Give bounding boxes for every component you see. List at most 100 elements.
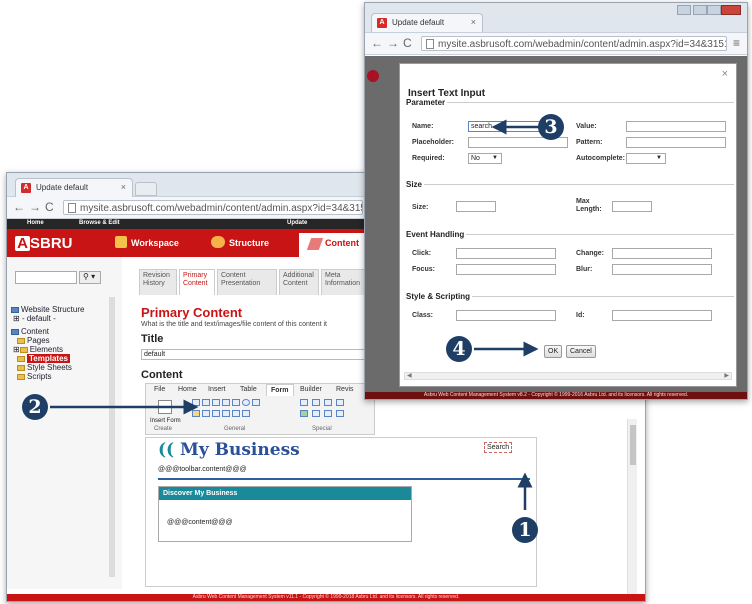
back-arrow-icon[interactable]: ← xyxy=(371,36,383,50)
title-input[interactable]: default xyxy=(141,349,381,360)
left-panel: ⚲ ▾ Website Structure ⊞ - default - Cont… xyxy=(7,257,122,589)
tree-default[interactable]: ⊞ - default - xyxy=(11,314,84,323)
click-input[interactable] xyxy=(456,248,556,259)
tree-search-input[interactable] xyxy=(15,271,77,284)
date-field-icon[interactable] xyxy=(324,399,332,406)
email-field-icon[interactable] xyxy=(300,399,308,406)
left-scrollbar[interactable] xyxy=(109,297,115,577)
tree-style-sheets[interactable]: Style Sheets xyxy=(11,363,84,372)
close-tab-icon[interactable]: × xyxy=(471,17,476,27)
password-icon[interactable] xyxy=(212,399,220,406)
ribbon-tab-insert[interactable]: Insert xyxy=(204,384,230,396)
class-input[interactable] xyxy=(456,310,556,321)
search-element[interactable]: Search xyxy=(484,442,513,453)
ribbon-tab-home[interactable]: Home xyxy=(174,384,201,396)
button-icon[interactable] xyxy=(232,410,240,417)
tree-pages[interactable]: Pages xyxy=(11,336,84,345)
value-input[interactable] xyxy=(626,121,726,132)
text-input-icon[interactable] xyxy=(192,399,200,406)
nav-update[interactable]: Update xyxy=(287,220,307,226)
name-input[interactable]: search xyxy=(468,121,540,132)
blur-input[interactable] xyxy=(612,264,712,275)
ribbon-tab-table[interactable]: Table xyxy=(236,384,261,396)
callout-4: 4 xyxy=(446,336,472,362)
cancel-button[interactable]: Cancel xyxy=(566,345,596,358)
back-tab[interactable]: A Update default × xyxy=(15,178,133,197)
maximize-icon[interactable] xyxy=(707,5,721,15)
menu-content-tab[interactable]: Content xyxy=(299,233,369,257)
nav-browse-edit[interactable]: Browse & Edit xyxy=(79,220,120,226)
editor-canvas[interactable]: (( My Business Search @@@toolbar.content… xyxy=(145,437,537,587)
radio-icon[interactable] xyxy=(242,399,250,406)
hidden-field-icon[interactable] xyxy=(202,410,210,417)
dropdown-icon[interactable] xyxy=(222,399,230,406)
tree-scripts[interactable]: Scripts xyxy=(11,372,84,381)
ribbon-tab-builder[interactable]: Builder xyxy=(296,384,326,396)
dialog-close-icon[interactable]: × xyxy=(722,68,728,80)
label-icon[interactable] xyxy=(212,410,220,417)
close-window-icon[interactable] xyxy=(721,5,741,15)
forward-arrow-icon[interactable]: → xyxy=(29,200,41,214)
nav-home[interactable]: Home xyxy=(27,220,44,226)
autocomplete-select[interactable]: ▼ xyxy=(626,153,666,164)
tree-content[interactable]: Content xyxy=(11,327,84,336)
menu-structure[interactable]: Structure xyxy=(229,238,269,248)
fieldset-icon[interactable] xyxy=(222,410,230,417)
front-tab[interactable]: A Update default × xyxy=(371,13,483,32)
reload-icon[interactable]: C xyxy=(403,36,412,50)
front-url-field[interactable]: mysite.asbrusoft.com/webadmin/content/ad… xyxy=(421,36,727,51)
discover-title: Discover My Business xyxy=(159,487,411,500)
insert-form-icon[interactable] xyxy=(158,400,172,414)
back-arrow-icon[interactable]: ← xyxy=(13,200,25,214)
tree-elements[interactable]: ⊞ Elements xyxy=(11,345,84,354)
focus-input[interactable] xyxy=(456,264,556,275)
checkbox-icon[interactable] xyxy=(232,399,240,406)
insert-form-label[interactable]: Insert Form xyxy=(150,418,181,424)
user-icon[interactable] xyxy=(677,5,691,15)
subtab-content-presentation[interactable]: Content Presentation xyxy=(217,269,277,295)
new-tab-button[interactable] xyxy=(135,182,157,196)
menu-icon[interactable]: ≡ xyxy=(733,36,740,50)
subtab-additional-content[interactable]: Additional Content xyxy=(279,269,319,295)
callout-3: 3 xyxy=(538,114,564,140)
scroll-right-icon[interactable]: ▶ xyxy=(724,372,729,379)
tree-website-structure[interactable]: Website Structure xyxy=(11,305,84,314)
minimize-icon[interactable] xyxy=(693,5,707,15)
forward-arrow-icon[interactable]: → xyxy=(387,36,399,50)
page-icon xyxy=(426,39,434,49)
ribbon-tab-form[interactable]: Form xyxy=(266,384,294,396)
close-tab-icon[interactable]: × xyxy=(121,182,126,192)
reload-icon[interactable]: C xyxy=(45,200,54,214)
url-field-icon[interactable] xyxy=(324,410,332,417)
reset-icon[interactable] xyxy=(242,410,250,417)
tree-search-button[interactable]: ⚲ ▾ xyxy=(79,271,101,284)
ribbon-tab-revis[interactable]: Revis xyxy=(332,384,358,396)
back-url-field[interactable]: mysite.asbrusoft.com/webadmin/content/ad… xyxy=(63,200,363,215)
change-input[interactable] xyxy=(612,248,712,259)
pattern-input[interactable] xyxy=(626,137,726,148)
ok-button[interactable]: OK xyxy=(544,345,563,358)
number-field-icon[interactable] xyxy=(312,399,320,406)
subtab-primary-content[interactable]: Primary Content xyxy=(179,269,215,295)
range-field-icon[interactable] xyxy=(312,410,320,417)
search-field-icon[interactable] xyxy=(336,410,344,417)
textarea-icon[interactable] xyxy=(202,399,210,406)
main-scrollbar[interactable] xyxy=(627,419,637,597)
size-fieldset: Size xyxy=(404,180,734,230)
subtab-revision-history[interactable]: Revision History xyxy=(139,269,177,295)
size-input[interactable] xyxy=(456,201,496,212)
image-button-icon[interactable] xyxy=(192,410,200,417)
phone-field-icon[interactable] xyxy=(336,399,344,406)
required-select[interactable]: No ▼ xyxy=(468,153,502,164)
id-input[interactable] xyxy=(612,310,712,321)
autocomplete-label: Autocomplete: xyxy=(576,155,625,162)
color-field-icon[interactable] xyxy=(300,410,308,417)
required-value: No xyxy=(471,155,480,162)
menu-workspace[interactable]: Workspace xyxy=(131,238,179,248)
file-input-icon[interactable] xyxy=(252,399,260,406)
tree-templates[interactable]: Templates xyxy=(11,354,84,363)
max-length-input[interactable] xyxy=(612,201,652,212)
ribbon-tab-file[interactable]: File xyxy=(150,384,169,396)
scroll-left-icon[interactable]: ◀ xyxy=(407,372,412,379)
dialog-h-scrollbar[interactable]: ◀ ▶ xyxy=(404,372,732,380)
